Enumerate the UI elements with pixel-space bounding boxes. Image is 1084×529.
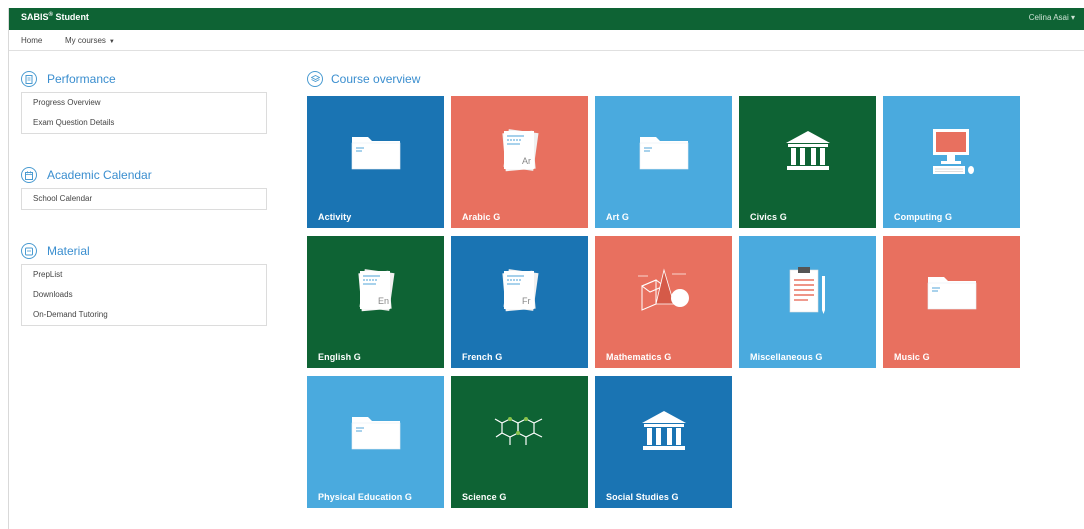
academic-calendar-section-header: Academic Calendar [21,165,152,185]
course-tile-label: Computing G [894,212,953,222]
document-language-label: Ar [522,156,531,166]
downloads-link[interactable]: Downloads [22,285,266,305]
brand-name: SABIS [21,12,49,22]
course-tile-label: Civics G [750,212,787,222]
material-icon [21,243,37,259]
course-tile[interactable]: Ar Arabic G [451,96,588,228]
top-bar: SABIS® Student Celina Asai ▾ [9,8,1084,30]
folder-icon [883,236,1020,346]
brand-logo[interactable]: SABIS® Student [21,12,89,22]
app-frame: SABIS® Student Celina Asai ▾ Home My cou… [8,8,1084,529]
course-tile-label: Music G [894,352,930,362]
building-icon [739,96,876,206]
folder-icon [307,96,444,206]
course-tile[interactable]: Music G [883,236,1020,368]
course-tile-label: English G [318,352,361,362]
course-tile-label: Activity [318,212,352,222]
course-tile-label: French G [462,352,503,362]
building-icon [595,376,732,486]
course-overview-header: Course overview [307,69,420,89]
folder-icon [595,96,732,206]
user-menu[interactable]: Celina Asai ▾ [1029,13,1075,22]
course-tile-label: Art G [606,212,629,222]
geometry-icon [595,236,732,346]
course-tile[interactable]: Fr French G [451,236,588,368]
chevron-down-icon: ▼ [108,39,115,45]
calendar-icon [21,167,37,183]
document-icon: Fr [451,236,588,346]
performance-menu: Progress Overview Exam Question Details [21,92,267,134]
nav-my-courses-dropdown[interactable]: My courses ▼ [65,36,115,45]
molecule-icon [451,376,588,486]
course-tile[interactable]: Civics G [739,96,876,228]
academic-calendar-menu: School Calendar [21,188,267,210]
course-tile[interactable]: Science G [451,376,588,508]
course-tile-label: Science G [462,492,507,502]
course-tile[interactable]: En English G [307,236,444,368]
document-icon: En [307,236,444,346]
course-tile[interactable]: Art G [595,96,732,228]
course-tile-label: Physical Education G [318,492,413,502]
course-tile[interactable]: Activity [307,96,444,228]
nav-home-link[interactable]: Home [21,36,42,45]
performance-section-header: Performance [21,69,116,89]
material-section-header: Material [21,241,90,261]
document-language-label: Fr [522,296,531,306]
performance-title: Performance [47,72,116,86]
course-tile[interactable]: Computing G [883,96,1020,228]
academic-calendar-title: Academic Calendar [47,168,152,182]
brand-suffix: Student [52,12,89,22]
computer-icon [883,96,1020,206]
material-menu: PrepList Downloads On-Demand Tutoring [21,264,267,326]
folder-icon [307,376,444,486]
course-tile[interactable]: Social Studies G [595,376,732,508]
performance-icon [21,71,37,87]
layers-icon [307,71,323,87]
school-calendar-link[interactable]: School Calendar [22,189,266,209]
document-language-label: En [378,296,389,306]
course-tile[interactable]: Miscellaneous G [739,236,876,368]
course-tile[interactable]: Physical Education G [307,376,444,508]
clipboard-icon [739,236,876,346]
course-tile-label: Mathematics G [606,352,672,362]
on-demand-tutoring-link[interactable]: On-Demand Tutoring [22,305,266,325]
material-title: Material [47,244,90,258]
progress-overview-link[interactable]: Progress Overview [22,93,266,113]
preplist-link[interactable]: PrepList [22,265,266,285]
course-tile-label: Arabic G [462,212,501,222]
course-tile-label: Miscellaneous G [750,352,823,362]
nav-bar: Home My courses ▼ [9,30,1084,51]
course-tile[interactable]: Mathematics G [595,236,732,368]
course-overview-title: Course overview [331,72,421,86]
exam-question-details-link[interactable]: Exam Question Details [22,113,266,133]
nav-my-courses-label: My courses [65,36,106,45]
document-icon: Ar [451,96,588,206]
course-tile-label: Social Studies G [606,492,679,502]
